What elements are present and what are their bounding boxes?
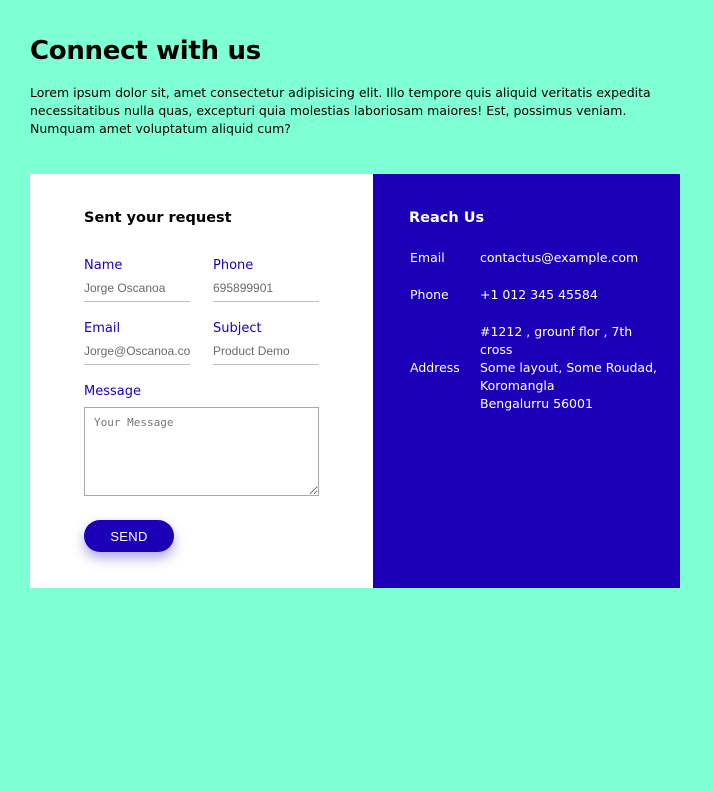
request-form: Sent your request Name Phone Email Subje… [30,174,373,588]
contact-email-label: Email [410,250,445,265]
address-line: Some layout, Some Roudad, Koromangla [480,360,657,393]
reach-us-title: Reach Us [409,210,485,226]
phone-label: Phone [213,258,254,273]
intro-text: Lorem ipsum dolor sit, amet consectetur … [30,85,651,136]
phone-input[interactable] [213,279,319,302]
contact-phone-value: +1 012 345 45584 [480,287,598,302]
contact-address-label: Address [410,360,460,375]
email-input[interactable] [84,342,190,365]
email-label: Email [84,321,121,336]
contact-address-row: Address #1212 , grounf flor , 7th cross … [410,323,660,413]
contact-phone-label: Phone [410,287,449,302]
form-title: Sent your request [84,210,232,226]
contact-card: Sent your request Name Phone Email Subje… [30,174,680,588]
email-field-group: Email [84,321,190,365]
message-label: Message [84,384,141,399]
subject-field-group: Subject [213,321,319,365]
contact-email-row: Email contactus@example.com [410,249,660,267]
name-field-group: Name [84,258,190,302]
contact-phone-row: Phone +1 012 345 45584 [410,286,660,304]
reach-us-panel: Reach Us Email contactus@example.com Pho… [373,174,680,588]
address-line: #1212 , grounf flor , 7th cross [480,324,633,357]
page: Connect with us Lorem ipsum dolor sit, a… [0,0,714,792]
name-label: Name [84,258,123,273]
contact-email-value: contactus@example.com [480,250,639,265]
contact-address-value: #1212 , grounf flor , 7th cross Some lay… [480,323,660,413]
message-textarea[interactable] [84,407,319,496]
send-button[interactable]: SEND [84,520,174,552]
subject-input[interactable] [213,342,319,365]
subject-label: Subject [213,321,262,336]
page-title: Connect with us [30,36,261,66]
name-input[interactable] [84,279,190,302]
address-line: Bengalurru 56001 [480,396,593,411]
phone-field-group: Phone [213,258,319,302]
